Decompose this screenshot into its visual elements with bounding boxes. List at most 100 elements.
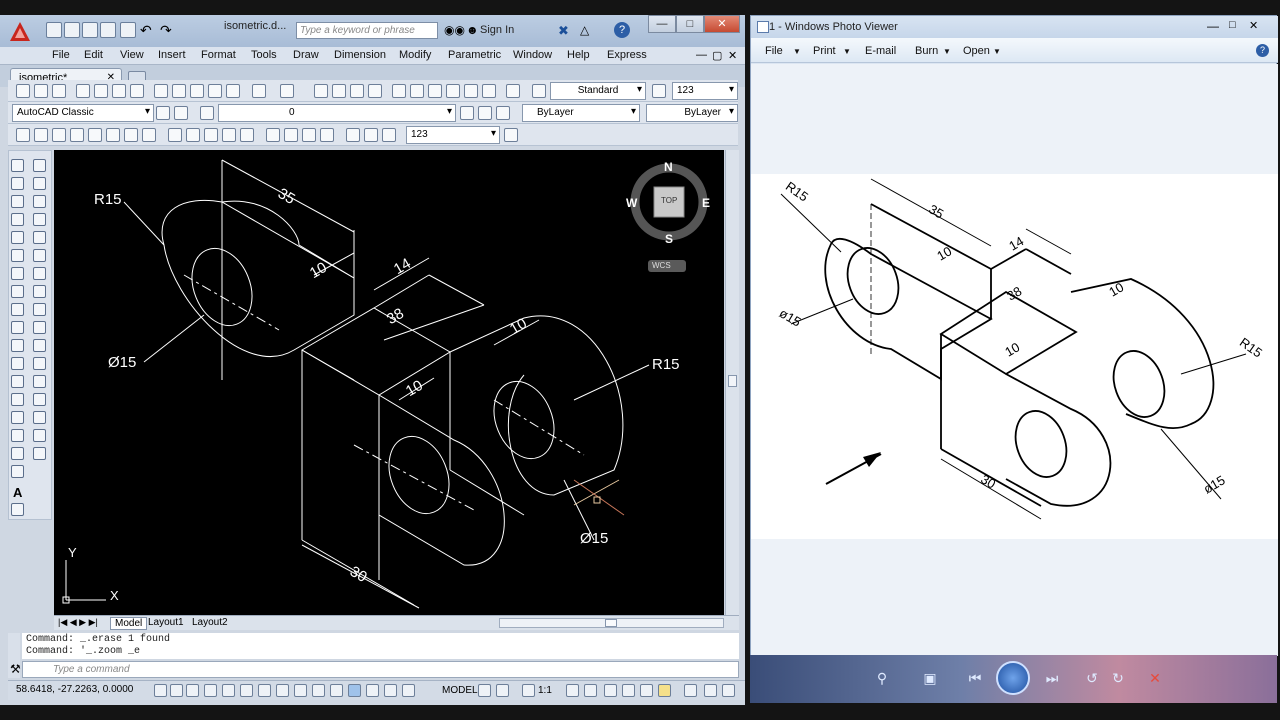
dim-space-icon[interactable] [222,128,236,142]
status-menu-icon[interactable] [684,684,697,697]
nav-arrows[interactable]: |◀ ◀ ▶ ▶| [58,617,98,628]
region-icon[interactable] [11,447,24,460]
properties-icon[interactable] [392,84,406,98]
cut-icon[interactable] [154,84,168,98]
wcs-menu[interactable]: WCS [652,261,671,270]
publish-icon[interactable] [112,84,126,98]
viewcube-top-label[interactable]: TOP [661,196,677,205]
binoculars-icon[interactable]: ◉◉ [444,23,465,37]
mtext-icon[interactable]: A [13,485,22,500]
pv-menu-email[interactable]: E-mail [865,45,896,57]
quickcalc-icon[interactable] [482,84,496,98]
scroll-thumb[interactable] [728,375,737,387]
inspection-icon[interactable] [302,128,316,142]
fillet-icon[interactable] [33,411,46,424]
text-style-select[interactable]: Standard [550,82,646,100]
3d-dwf-icon[interactable] [130,84,144,98]
ordinate-icon[interactable] [70,128,84,142]
save-as-icon[interactable] [100,22,116,38]
menu-modify[interactable]: Modify [399,49,431,61]
markup-icon[interactable] [464,84,478,98]
dim-style-manager-icon[interactable] [504,128,518,142]
tab-layout1[interactable]: Layout1 [148,617,184,628]
move-icon[interactable] [33,249,46,262]
vertical-scrollbar[interactable] [725,150,739,615]
ellipse-arc-icon[interactable] [11,339,24,352]
pv-file-chevron-icon[interactable]: ▼ [793,47,801,56]
isolate-icon[interactable] [640,684,653,697]
layer-manager-icon[interactable] [200,106,214,120]
transparency-icon[interactable] [348,684,361,697]
quick-view-layouts-icon[interactable] [478,684,491,697]
rectangle-icon[interactable] [11,231,24,244]
qnew-icon[interactable] [16,84,30,98]
chamfer-icon[interactable] [33,393,46,406]
dim-text-edit-icon[interactable] [364,128,378,142]
zoom-realtime-icon[interactable] [332,84,346,98]
lightbulb-icon[interactable] [658,684,671,697]
quick-dim-icon[interactable] [168,128,182,142]
lock-icon[interactable] [604,684,617,697]
help-icon[interactable]: ? [614,22,630,38]
grid-icon[interactable] [186,684,199,697]
mirror-icon[interactable] [33,195,46,208]
annotation-visibility-icon[interactable] [522,684,535,697]
line-icon[interactable] [11,159,24,172]
snap-icon[interactable] [170,684,183,697]
spline-icon[interactable] [11,303,24,316]
menu-window[interactable]: Window [513,49,552,61]
viewcube-w-label[interactable]: W [626,196,637,210]
angular-dim-icon[interactable] [142,128,156,142]
rotate-icon[interactable] [33,267,46,280]
menu-close-icon[interactable]: ✕ [728,49,737,62]
print-icon[interactable] [120,22,136,38]
hardware-accel-icon[interactable] [622,684,635,697]
dyn-icon[interactable] [312,684,325,697]
dim-style-select[interactable]: 123 [406,126,500,144]
previous-icon[interactable]: ⏮ [965,668,985,688]
menu-express[interactable]: Express [607,49,647,61]
new-icon[interactable] [46,22,62,38]
jogged-icon[interactable] [106,128,120,142]
arc-length-icon[interactable] [52,128,66,142]
sign-in-button[interactable]: Sign In [480,24,514,36]
drawing-canvas[interactable]: TOP N S W E WCS X Y R15 35 10 14 38 10 1… [54,150,724,615]
menu-help[interactable]: Help [567,49,590,61]
exchange-icon[interactable]: ✖ [558,23,569,39]
menu-view[interactable]: View [120,49,144,61]
ellipse-icon[interactable] [11,321,24,334]
pv-maximize-button[interactable]: □ [1229,19,1236,31]
join-icon[interactable] [33,375,46,388]
save-icon[interactable] [82,22,98,38]
dim-r15-right[interactable]: R15 [652,356,680,373]
pv-menu-print[interactable]: Print [813,45,836,57]
wrench-icon[interactable]: ⚒ [10,662,21,676]
insert-block-icon[interactable] [11,357,24,370]
break-icon[interactable] [33,357,46,370]
workspace-settings-icon[interactable] [156,106,170,120]
menu-tools[interactable]: Tools [251,49,277,61]
blend-icon[interactable] [33,429,46,442]
dim-dia15-right[interactable]: Ø15 [580,530,608,547]
open-icon[interactable] [64,22,80,38]
dim-dia15-left[interactable]: Ø15 [108,354,136,371]
continue-icon[interactable] [204,128,218,142]
workspace-select[interactable]: AutoCAD Classic [12,104,154,122]
save-file-icon[interactable] [52,84,66,98]
workspace-switch-icon[interactable] [584,684,597,697]
dim-value-select[interactable]: 123 [672,82,738,100]
undo-icon[interactable]: ↶ [140,22,152,39]
linetype-select[interactable]: ByLayer [646,104,738,122]
menu-minimize-icon[interactable]: — [696,49,707,61]
text-style-icon[interactable] [532,84,546,98]
trim-icon[interactable] [33,321,46,334]
slideshow-button[interactable] [996,661,1030,695]
sc-icon[interactable] [384,684,397,697]
linear-dim-icon[interactable] [16,128,30,142]
pv-menu-burn[interactable]: Burn [915,45,938,57]
sheet-set-icon[interactable] [446,84,460,98]
circle-icon[interactable] [11,267,24,280]
block-editor-icon[interactable] [226,84,240,98]
viewcube-s-label[interactable]: S [665,232,673,246]
stretch-icon[interactable] [33,303,46,316]
